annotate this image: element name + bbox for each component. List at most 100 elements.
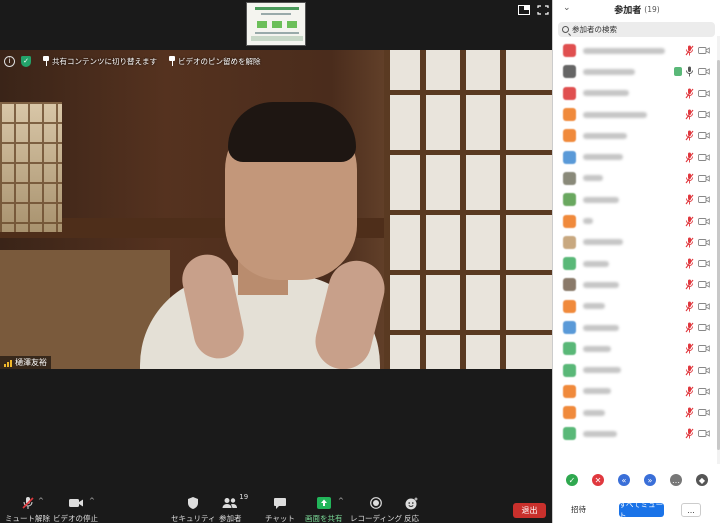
participants-button[interactable]: 19 参加者 [219, 493, 248, 523]
participant-row[interactable] [553, 274, 716, 295]
participant-name-blurred [583, 175, 603, 182]
participant-avatar [563, 86, 576, 100]
video-off-icon [698, 345, 710, 353]
participant-row[interactable] [553, 104, 716, 125]
leave-button[interactable]: 退出 [513, 503, 546, 518]
participant-avatar [563, 363, 576, 377]
video-off-icon [698, 68, 710, 76]
pin-icon [43, 56, 49, 66]
participant-row[interactable] [553, 381, 716, 402]
video-off-icon [698, 132, 710, 140]
muted-microphone-icon [685, 407, 694, 418]
muted-microphone-icon [685, 45, 694, 56]
participant-row[interactable] [553, 168, 716, 189]
muted-microphone-icon [685, 173, 694, 184]
reactions-button[interactable]: 反応 [404, 496, 419, 523]
participant-row[interactable] [553, 253, 716, 274]
participant-name-blurred [583, 409, 605, 416]
participant-avatar [563, 108, 576, 122]
muted-microphone-icon [685, 301, 694, 312]
participant-row[interactable] [553, 359, 716, 380]
participant-row[interactable] [553, 125, 716, 146]
switch-to-shared-content-button[interactable]: 共有コンテンツに切り替えます [43, 56, 157, 67]
video-off-icon [698, 430, 710, 438]
reaction-emoji-icon [405, 497, 418, 509]
participant-row[interactable] [553, 423, 716, 444]
muted-microphone-icon [685, 279, 694, 290]
faster-icon[interactable]: » [644, 474, 656, 486]
participant-row[interactable] [553, 296, 716, 317]
active-speaker-video[interactable] [0, 50, 552, 369]
security-button[interactable]: セキュリティ [171, 496, 216, 523]
participant-row[interactable] [553, 83, 716, 104]
participant-avatar [563, 44, 576, 58]
clear-icon[interactable]: ◆ [696, 474, 708, 486]
video-off-icon [698, 111, 710, 118]
share-screen-icon [316, 497, 331, 509]
participant-row[interactable] [553, 61, 716, 82]
participant-row[interactable] [553, 40, 716, 61]
meeting-toolbar: ミュート解除 ^ ビデオの停止 ^ セキュリティ 19 参加者 チャット 画面を… [0, 490, 552, 523]
slower-icon[interactable]: « [618, 474, 630, 486]
search-placeholder: 参加者の検索 [572, 25, 617, 34]
unpin-video-button[interactable]: ビデオのピン留めを解除 [169, 56, 261, 67]
participant-search-input[interactable]: 参加者の検索 [558, 22, 715, 37]
mute-all-button[interactable]: すべてミュート [619, 500, 664, 520]
invite-button[interactable]: 招待 [571, 504, 586, 515]
participant-row[interactable] [553, 317, 716, 338]
participant-name-blurred [583, 196, 619, 203]
participant-name-blurred [583, 111, 647, 118]
more-options-button[interactable]: ... [681, 503, 701, 517]
security-shield-icon [188, 497, 199, 509]
participant-row[interactable] [553, 146, 716, 167]
shield-icon[interactable]: ✓ [21, 55, 31, 67]
participant-row[interactable] [553, 402, 716, 423]
video-off-icon [698, 196, 710, 204]
video-off-icon [698, 174, 710, 182]
video-off-icon [698, 387, 710, 395]
participant-row[interactable] [553, 210, 716, 231]
share-screen-button[interactable]: 画面を共有 [305, 496, 343, 523]
speaker-name-tag: 樋澤友裕 [0, 356, 51, 369]
participant-avatar [563, 427, 576, 441]
meeting-area: i ✓ 共有コンテンツに切り替えます ビデオのピン留めを解除 樋澤友裕 ミュート… [0, 0, 552, 523]
info-icon[interactable]: i [4, 55, 15, 67]
participants-icon [222, 498, 238, 508]
participant-row[interactable] [553, 189, 716, 210]
participant-avatar [563, 150, 576, 164]
chevron-down-icon[interactable]: ⌄ [563, 3, 571, 13]
video-options-caret[interactable]: ^ [89, 497, 95, 505]
chat-bubble-icon [273, 497, 286, 509]
search-icon [562, 26, 569, 33]
participant-name-blurred [583, 324, 619, 331]
participant-count: (19) [644, 4, 660, 14]
yes-icon[interactable]: ✓ [566, 474, 578, 486]
muted-microphone-icon [685, 386, 694, 397]
muted-microphone-icon [685, 130, 694, 141]
fullscreen-icon[interactable] [537, 5, 549, 15]
participant-name-blurred [583, 68, 635, 75]
audio-options-caret[interactable]: ^ [38, 497, 44, 505]
video-off-icon [698, 366, 710, 374]
participant-avatar [563, 171, 576, 185]
share-options-caret[interactable]: ^ [338, 497, 344, 505]
participant-avatar [563, 384, 576, 398]
participant-name-blurred [583, 154, 623, 161]
participant-avatar [563, 406, 576, 420]
video-off-icon [698, 324, 710, 331]
record-icon [370, 497, 382, 509]
participant-row[interactable] [553, 338, 716, 359]
participant-row[interactable] [553, 232, 716, 253]
muted-microphone-icon [685, 365, 694, 376]
record-button[interactable]: レコーディング [350, 496, 402, 523]
participant-name-blurred [583, 367, 621, 374]
shared-content-thumbnail[interactable] [246, 2, 306, 46]
microphone-icon [686, 66, 693, 77]
video-off-icon [698, 260, 710, 268]
layout-icon[interactable] [518, 5, 530, 15]
more-reactions-icon[interactable]: … [670, 474, 682, 486]
participant-avatar [563, 278, 576, 292]
no-icon[interactable]: ✕ [592, 474, 604, 486]
pin-icon [169, 56, 175, 66]
chat-button[interactable]: チャット [265, 496, 295, 523]
